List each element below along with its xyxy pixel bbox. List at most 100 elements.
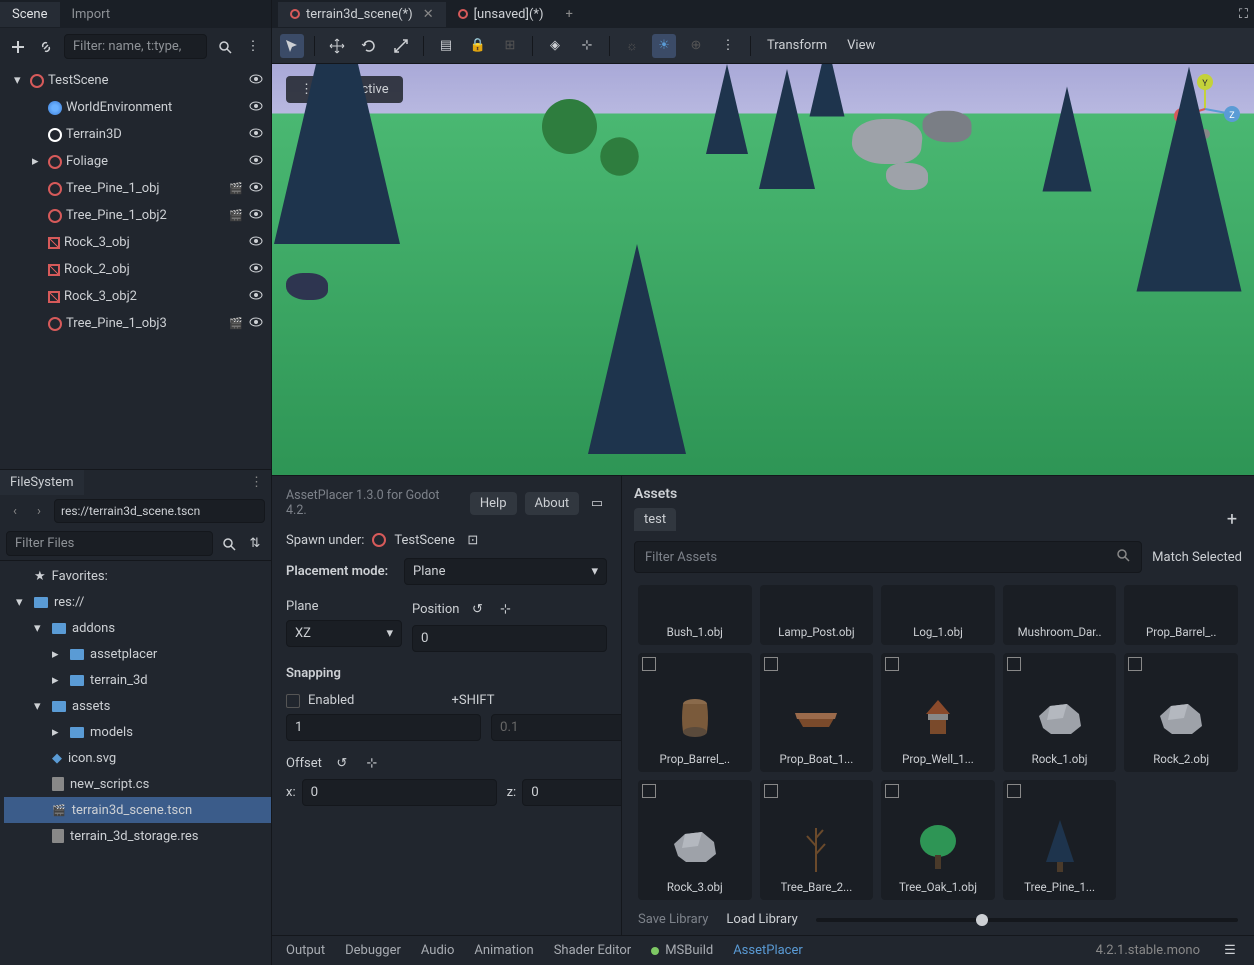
scene-instance-icon[interactable]: 🎬 — [229, 317, 243, 330]
nav-fwd-icon[interactable]: › — [30, 504, 48, 519]
filesystem-item[interactable]: ▸assetplacer — [4, 641, 271, 667]
expand-arrow-icon[interactable]: ▾ — [34, 699, 46, 714]
filesystem-item[interactable]: ◆icon.svg — [4, 745, 271, 771]
expand-arrow-icon[interactable]: ▸ — [52, 647, 64, 662]
asset-item[interactable]: Rock_1.obj — [1003, 653, 1117, 773]
transform-menu[interactable]: Transform — [761, 38, 833, 53]
snap-input[interactable] — [286, 714, 481, 741]
kebab-icon[interactable]: ⋮ — [243, 37, 263, 57]
nav-back-icon[interactable]: ‹ — [6, 504, 24, 519]
asset-item[interactable]: Prop_Barrel_.. — [638, 653, 752, 773]
lock-tool-icon[interactable]: 🔒 — [466, 34, 490, 58]
tab-unsaved[interactable]: [unsaved](*) — [446, 2, 556, 27]
snap-tool-icon[interactable]: ⊹ — [575, 34, 599, 58]
scene-node[interactable]: Tree_Pine_1_obj2🎬 — [4, 202, 271, 229]
scene-node[interactable]: Rock_2_obj — [4, 256, 271, 283]
filesystem-path-input[interactable]: res://terrain3d_scene.tscn — [54, 499, 265, 523]
scene-node[interactable]: Rock_3_obj — [4, 229, 271, 256]
scene-node[interactable]: Tree_Pine_1_obj🎬 — [4, 175, 271, 202]
expand-arrow-icon[interactable]: ▾ — [16, 595, 28, 610]
save-library-button[interactable]: Save Library — [638, 912, 708, 927]
kebab-icon[interactable]: ⋮ — [716, 34, 740, 58]
sun-off-icon[interactable]: ☼ — [620, 34, 644, 58]
status-debugger[interactable]: Debugger — [345, 943, 401, 958]
reset-icon[interactable]: ↺ — [467, 599, 487, 619]
filesystem-filter-input[interactable]: Filter Files — [6, 531, 213, 556]
position-input[interactable] — [412, 625, 607, 652]
add-tab-icon[interactable]: + — [1222, 510, 1242, 530]
window-icon[interactable]: ▭ — [587, 493, 607, 513]
asset-item[interactable]: Rock_2.obj — [1124, 653, 1238, 773]
asset-item[interactable]: Prop_Boat_1... — [760, 653, 874, 773]
settings-icon[interactable]: ☰ — [1220, 941, 1240, 961]
visibility-toggle-icon[interactable] — [247, 152, 265, 172]
expand-arrow-icon[interactable]: ▾ — [14, 73, 26, 88]
expand-arrow-icon[interactable]: ▾ — [34, 621, 46, 636]
reset-icon[interactable]: ↺ — [332, 753, 352, 773]
asset-item[interactable]: Mushroom_Dar.. — [1003, 585, 1117, 645]
offset-z-input[interactable] — [522, 779, 622, 806]
expand-arrow-icon[interactable]: ▸ — [32, 154, 44, 169]
shift-input[interactable] — [491, 714, 622, 741]
visibility-toggle-icon[interactable] — [247, 98, 265, 118]
scene-node[interactable]: ▸Foliage — [4, 148, 271, 175]
visibility-toggle-icon[interactable] — [247, 260, 265, 280]
asset-item[interactable]: Tree_Pine_1... — [1003, 780, 1117, 900]
pick-point-icon[interactable]: ⊹ — [362, 753, 382, 773]
tab-scene[interactable]: Scene — [0, 2, 60, 27]
scene-node[interactable]: Terrain3D — [4, 121, 271, 148]
visibility-toggle-icon[interactable] — [247, 179, 265, 199]
view-menu[interactable]: View — [841, 38, 881, 53]
visibility-toggle-icon[interactable] — [247, 206, 265, 226]
select-tool-icon[interactable] — [280, 34, 304, 58]
filesystem-item[interactable]: ▾res:// — [4, 589, 271, 615]
expand-icon[interactable]: ⛶ — [1239, 7, 1248, 22]
sort-icon[interactable]: ⇅ — [245, 534, 265, 554]
match-selected-button[interactable]: Match Selected — [1152, 550, 1242, 565]
asset-item[interactable]: Tree_Oak_1.obj — [881, 780, 995, 900]
close-icon[interactable]: ✕ — [423, 7, 434, 22]
load-library-button[interactable]: Load Library — [726, 912, 797, 927]
visibility-toggle-icon[interactable] — [247, 125, 265, 145]
tab-import[interactable]: Import — [60, 2, 123, 27]
expand-arrow-icon[interactable]: ▸ — [52, 725, 64, 740]
list-tool-icon[interactable]: ▤ — [434, 34, 458, 58]
filesystem-item[interactable]: ▾addons — [4, 615, 271, 641]
asset-item[interactable]: Rock_3.obj — [638, 780, 752, 900]
help-button[interactable]: Help — [470, 492, 517, 515]
env-icon[interactable]: ⊕ — [684, 34, 708, 58]
scene-instance-icon[interactable]: 🎬 — [229, 209, 243, 222]
search-icon[interactable] — [215, 37, 235, 57]
add-node-icon[interactable] — [8, 37, 28, 57]
scene-filter-input[interactable]: Filter: name, t:type, — [64, 34, 207, 59]
asset-item[interactable]: Prop_Barrel_.. — [1124, 585, 1238, 645]
asset-item[interactable]: Tree_Bare_2... — [760, 780, 874, 900]
scene-node[interactable]: WorldEnvironment — [4, 94, 271, 121]
kebab-icon[interactable]: ⋮ — [242, 475, 271, 490]
rotate-tool-icon[interactable] — [357, 34, 381, 58]
filesystem-item[interactable]: terrain_3d_storage.res — [4, 823, 271, 849]
filesystem-item[interactable]: ▸terrain_3d — [4, 667, 271, 693]
filesystem-item[interactable]: ▾assets — [4, 693, 271, 719]
cube-tool-icon[interactable]: ◈ — [543, 34, 567, 58]
asset-item[interactable]: Lamp_Post.obj — [760, 585, 874, 645]
visibility-toggle-icon[interactable] — [247, 71, 265, 91]
about-button[interactable]: About — [525, 492, 580, 515]
status-audio[interactable]: Audio — [421, 943, 454, 958]
plane-select[interactable]: XZ ▾ — [286, 620, 402, 647]
search-icon[interactable] — [219, 534, 239, 554]
status-shader-editor[interactable]: Shader Editor — [554, 943, 632, 958]
asset-item[interactable]: Log_1.obj — [881, 585, 995, 645]
move-tool-icon[interactable] — [325, 34, 349, 58]
scene-node[interactable]: Rock_3_obj2 — [4, 283, 271, 310]
link-icon[interactable] — [36, 37, 56, 57]
zoom-slider[interactable] — [816, 918, 1238, 922]
group-tool-icon[interactable]: ⊞ — [498, 34, 522, 58]
scene-node[interactable]: Tree_Pine_1_obj3🎬 — [4, 310, 271, 337]
filesystem-item[interactable]: 🎬terrain3d_scene.tscn — [4, 797, 271, 823]
tab-filesystem[interactable]: FileSystem — [0, 470, 84, 495]
tab-terrain3d-scene[interactable]: terrain3d_scene(*) ✕ — [278, 2, 446, 27]
status-output[interactable]: Output — [286, 943, 325, 958]
scene-instance-icon[interactable]: 🎬 — [229, 182, 243, 195]
asset-item[interactable]: Prop_Well_1... — [881, 653, 995, 773]
